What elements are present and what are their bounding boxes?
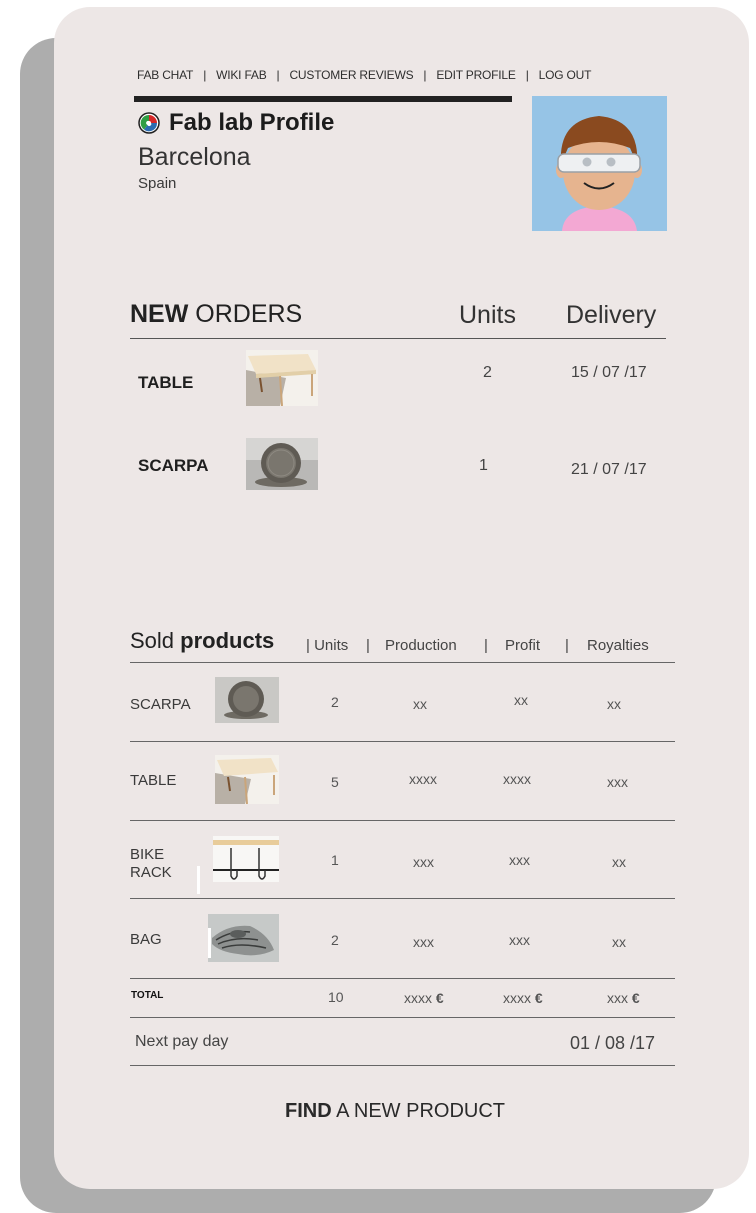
total-profit: xxxx € xyxy=(503,990,543,1006)
product-royalties: xx xyxy=(612,934,626,950)
fab-lab-logo-icon xyxy=(138,112,160,134)
table-thumb-icon xyxy=(246,350,318,406)
header-divider xyxy=(134,96,512,102)
product-units: 2 xyxy=(331,694,339,710)
order-row-name[interactable]: SCARPA xyxy=(138,456,209,476)
sold-profit-header: Profit xyxy=(505,637,541,654)
product-units: 1 xyxy=(331,852,339,868)
product-profit: xx xyxy=(514,692,528,708)
product-royalties: xxx xyxy=(607,774,628,790)
city-name: Barcelona xyxy=(138,143,251,171)
nav-separator: | xyxy=(203,68,207,82)
next-pay-date: 01 / 08 /17 xyxy=(570,1033,656,1053)
divider xyxy=(130,820,675,821)
product-production: xx xyxy=(413,696,427,712)
bike-rack-thumb-icon xyxy=(197,836,281,894)
sold-products-header: Sold products | Units | Production | Pro… xyxy=(130,628,675,658)
product-profit: xxx xyxy=(509,852,530,868)
product-units: 5 xyxy=(331,774,339,790)
nav-separator: | xyxy=(525,68,529,82)
scarpa-thumb-icon xyxy=(246,438,318,490)
sold-units-header: | Units xyxy=(306,637,349,654)
sold-royalties-header: Royalties xyxy=(587,637,649,654)
currency-symbol: € xyxy=(631,990,640,1006)
next-pay-label: Next pay day xyxy=(135,1033,229,1050)
total-units: 10 xyxy=(328,989,344,1005)
product-profit: xxxx xyxy=(503,771,531,787)
order-delivery-date: 15 / 07 /17 xyxy=(571,364,647,381)
sold-production-header: Production xyxy=(385,637,457,654)
page-title: Fab lab Profile xyxy=(138,109,334,137)
avatar-icon xyxy=(532,96,667,231)
product-name[interactable]: BIKE RACK xyxy=(130,846,172,882)
column-separator: | xyxy=(565,637,569,654)
order-delivery-date: 21 / 07 /17 xyxy=(571,461,647,478)
order-units: 1 xyxy=(479,457,488,474)
sold-products-title: Sold products xyxy=(130,628,275,653)
divider xyxy=(130,662,675,663)
product-name[interactable]: BAG xyxy=(130,931,162,949)
product-royalties: xx xyxy=(607,696,621,712)
nav-log-out[interactable]: LOG OUT xyxy=(539,68,592,82)
product-production: xxx xyxy=(413,854,434,870)
product-production: xxxx xyxy=(409,771,437,787)
nav-customer-reviews[interactable]: CUSTOMER REVIEWS xyxy=(289,68,413,82)
product-royalties: xx xyxy=(612,854,626,870)
currency-symbol: € xyxy=(534,990,543,1006)
divider xyxy=(130,741,675,742)
nav-wiki-fab[interactable]: WIKI FAB xyxy=(216,68,267,82)
total-production: xxxx € xyxy=(404,990,444,1006)
product-name-line2: RACK xyxy=(130,864,172,881)
product-profit: xxx xyxy=(509,932,530,948)
find-new-product-button[interactable]: FIND A NEW PRODUCT xyxy=(230,1100,560,1123)
total-label: TOTAL xyxy=(131,990,164,1001)
column-separator: | xyxy=(484,637,488,654)
divider xyxy=(130,978,675,979)
orders-units-header: Units xyxy=(459,301,516,329)
country-name: Spain xyxy=(138,175,177,192)
new-orders-title: NEW ORDERS xyxy=(130,300,303,328)
avatar[interactable] xyxy=(532,96,667,231)
product-production: xxx xyxy=(413,934,434,950)
table-thumb-icon xyxy=(215,755,279,804)
product-name-line1: BIKE xyxy=(130,846,165,863)
column-separator: | xyxy=(366,637,370,654)
divider xyxy=(130,898,675,899)
new-orders-header: NEW ORDERS Units Delivery xyxy=(130,300,666,336)
order-row-name[interactable]: TABLE xyxy=(138,373,193,393)
profile-title-text: Fab lab Profile xyxy=(169,109,335,136)
currency-symbol: € xyxy=(435,990,444,1006)
bag-thumb-icon xyxy=(208,914,279,962)
total-royalties: xxx € xyxy=(607,990,640,1006)
orders-delivery-header: Delivery xyxy=(566,301,657,329)
scarpa-thumb-icon xyxy=(215,677,279,723)
order-units: 2 xyxy=(483,364,492,381)
divider xyxy=(130,338,666,339)
product-name[interactable]: SCARPA xyxy=(130,696,191,714)
divider xyxy=(130,1017,675,1018)
product-name[interactable]: TABLE xyxy=(130,772,176,790)
nav-separator: | xyxy=(276,68,280,82)
nav-separator: | xyxy=(423,68,427,82)
nav-fab-chat[interactable]: FAB CHAT xyxy=(137,68,193,82)
top-nav: FAB CHAT | WIKI FAB | CUSTOMER REVIEWS |… xyxy=(137,66,677,84)
divider xyxy=(130,1065,675,1066)
product-units: 2 xyxy=(331,932,339,948)
nav-edit-profile[interactable]: EDIT PROFILE xyxy=(436,68,516,82)
